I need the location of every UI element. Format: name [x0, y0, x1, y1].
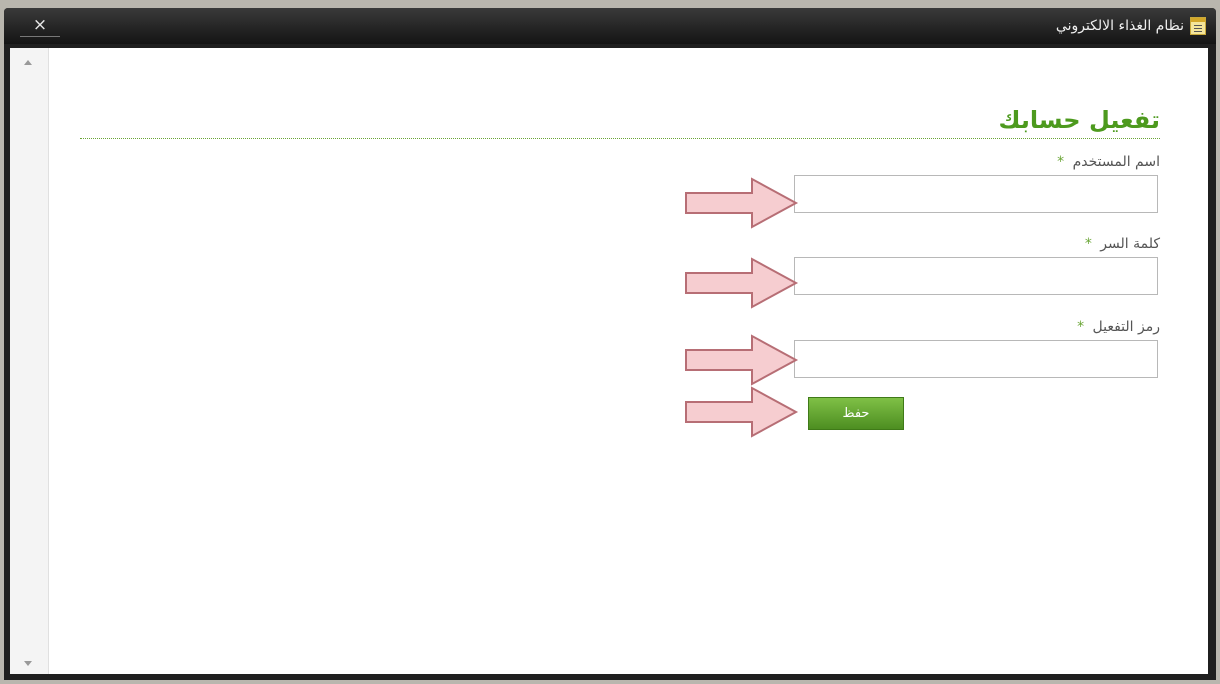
activation-code-label: رمز التفعيل * [1077, 319, 1160, 335]
save-button[interactable]: حفظ [808, 397, 904, 430]
username-input[interactable] [794, 175, 1158, 213]
scroll-down-icon[interactable] [24, 661, 32, 666]
form-title: تفعيل حسابك [998, 106, 1161, 134]
activation-code-input[interactable] [794, 340, 1158, 378]
title-divider [80, 138, 1160, 139]
notepad-icon [1190, 17, 1206, 35]
password-input[interactable] [794, 257, 1158, 295]
scroll-up-icon[interactable] [24, 60, 32, 65]
dialog-titlebar[interactable]: × نظام الغذاء الالكتروني [4, 8, 1216, 44]
arrow-annotation-username [685, 177, 799, 229]
username-label: اسم المستخدم * [1057, 154, 1160, 170]
arrow-annotation-save [685, 386, 799, 438]
password-label: كلمة السر * [1085, 236, 1160, 252]
activation-code-label-text: رمز التفعيل [1092, 319, 1160, 335]
required-marker: * [1084, 236, 1092, 252]
username-label-text: اسم المستخدم [1072, 154, 1160, 170]
required-marker: * [1057, 154, 1065, 170]
scrollbar[interactable] [10, 48, 49, 674]
required-marker: * [1077, 319, 1085, 335]
dialog-title: نظام الغذاء الالكتروني [1055, 18, 1184, 34]
arrow-annotation-activation-code [685, 334, 799, 386]
password-label-text: كلمة السر [1100, 236, 1160, 252]
close-icon[interactable]: × [33, 15, 47, 35]
dialog-content: تفعيل حسابك اسم المستخدم * كلمة السر * ر… [10, 48, 1208, 674]
close-button[interactable]: × [20, 14, 60, 37]
arrow-annotation-password [685, 257, 799, 309]
dialog-title-group: نظام الغذاء الالكتروني [1056, 16, 1206, 36]
dialog-window: × نظام الغذاء الالكتروني تفعيل حسابك اسم… [4, 8, 1216, 680]
